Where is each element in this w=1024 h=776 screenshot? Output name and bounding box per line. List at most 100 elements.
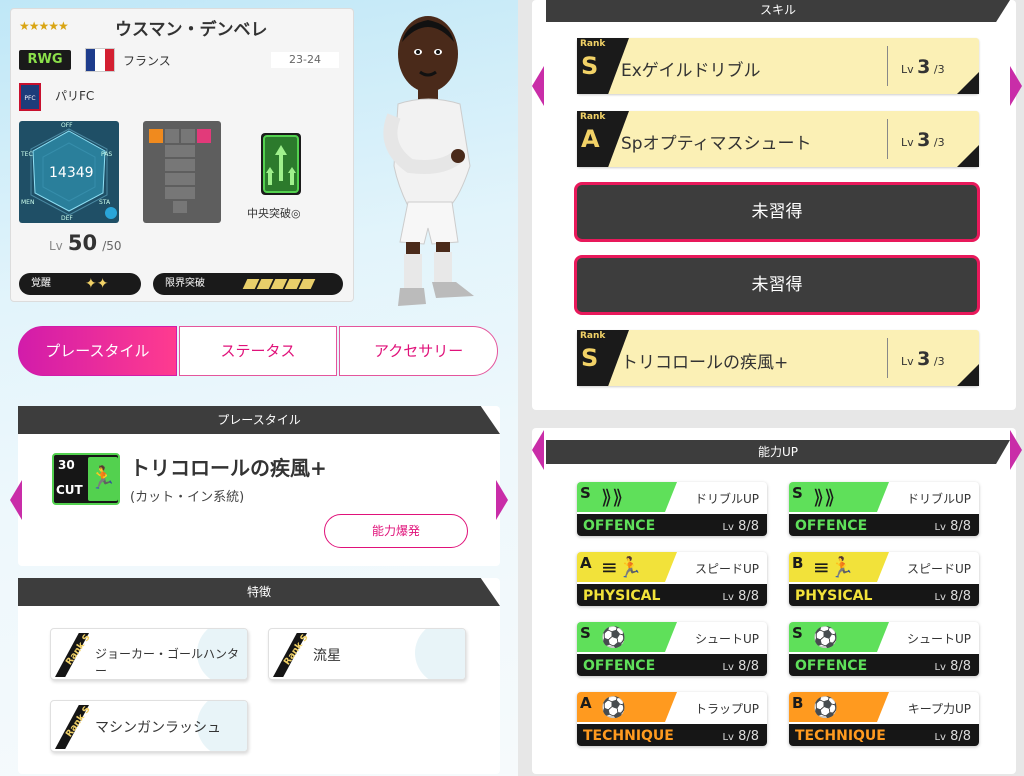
ability-level: Lv 8/8 [722,659,759,674]
trait-card[interactable]: Rank S マシンガンラッシュ [50,700,248,752]
lv-value: 3 [917,348,931,370]
dribble-icon: S ⟫⟫ [789,482,889,512]
ability-up-card[interactable]: S ⟫⟫ ドリブルUP OFFENCE Lv 8/8 [789,482,979,536]
ability-name: ドリブルUP [694,492,759,506]
locked-skill-slot[interactable]: 未習得 [574,255,980,315]
rank-letter: A [581,125,600,153]
radar-label-def: DEF [61,215,73,222]
speed-icon: A ≡🏃 [577,552,677,582]
lv-prefix: Lv [901,355,914,368]
locked-skill-slot[interactable]: 未習得 [574,182,980,242]
ability-burst-button[interactable]: 能力爆発 [324,514,468,548]
rank-label: Rank [580,112,606,122]
tactic-icon [261,133,301,195]
playstyle-subtitle: (カット・イン系統) [130,490,245,505]
ability-name: シュートUP [906,632,971,646]
club-name: パリFC [55,89,95,103]
limit-break-label: 限界突破 [165,278,205,289]
lv-prefix: Lv [901,136,914,149]
country-name: フランス [123,54,171,68]
ability-name: キープ力UP [907,702,971,716]
corner-mark [957,364,979,386]
prev-arrow-icon[interactable] [532,430,544,470]
ability-up-card[interactable]: S ⟫⟫ ドリブルUP OFFENCE Lv 8/8 [577,482,767,536]
ability-up-card[interactable]: S ⚽ シュートUP OFFENCE Lv 8/8 [577,622,767,676]
lv-value: 3 [917,56,931,78]
skill-card[interactable]: Rank A Spオプティマスシュート Lv 3 /3 [577,111,979,167]
ability-up-card[interactable]: B ≡🏃 スピードUP PHYSICAL Lv 8/8 [789,552,979,606]
level-value: 50 [67,231,98,255]
ability-category: PHYSICAL [583,588,661,604]
ability-name: トラップUP [694,702,759,716]
limit-break-status: 限界突破 [153,273,343,295]
ability-name: スピードUP [694,562,759,576]
prev-arrow-icon[interactable] [10,480,22,520]
tab-bar: プレースタイル ステータス アクセサリー [18,326,499,376]
ability-name: シュートUP [694,632,759,646]
skills-header: スキル [546,0,1010,22]
radar-label-tec: TEC [21,151,33,158]
ability-category: TECHNIQUE [795,728,886,744]
trait-name: 流星 [313,648,341,664]
ability-category: OFFENCE [795,518,868,534]
skill-card[interactable]: Rank S Exゲイルドリブル Lv 3 /3 [577,38,979,94]
ability-category: OFFENCE [795,658,868,674]
radar-label-sta: STA [99,199,111,206]
tab-playstyle[interactable]: プレースタイル [18,326,177,376]
ability-up-card[interactable]: S ⚽ シュートUP OFFENCE Lv 8/8 [789,622,979,676]
trait-card[interactable]: Rank S 流星 [268,628,466,680]
player-name: ウスマン・デンベレ [115,20,268,40]
runner-icon: 🏃 [88,457,118,501]
trait-name: マシンガンラッシュ [95,720,221,736]
keep-icon: B ⚽ [789,692,889,722]
trait-name: ジョーカー・ゴールハンター [95,647,240,678]
limit-break-bar [298,279,316,289]
ability-up-card[interactable]: A ⚽ トラップUP TECHNIQUE Lv 8/8 [577,692,767,746]
formation-position-map [143,121,221,223]
skill-level: Lv 3 /3 [901,129,945,151]
divider [887,338,888,378]
rank-label: Rank [580,331,606,341]
ability-level: Lv 8/8 [934,519,971,534]
playstyle-icon: 30 CUT 🏃 [52,453,120,505]
ability-up-card[interactable]: A ≡🏃 スピードUP PHYSICAL Lv 8/8 [577,552,767,606]
ability-up-header: 能力UP [546,440,1010,464]
lv-max: /3 [933,63,945,76]
ability-up-card[interactable]: B ⚽ キープ力UP TECHNIQUE Lv 8/8 [789,692,979,746]
awaken-diamond-icon: ✦✦ [85,276,109,292]
skill-card[interactable]: Rank S トリコロールの疾風+ Lv 3 /3 [577,330,979,386]
ability-category: OFFENCE [583,658,656,674]
level-display: Lv 50 /50 [49,231,122,255]
ability-rank: B [792,554,804,572]
skill-name: トリコロールの疾風+ [621,353,789,373]
france-flag-icon [85,48,115,72]
tab-accessory[interactable]: アクセサリー [339,326,499,376]
ability-rank: S [580,484,591,502]
ability-illustration: ⚽ [601,625,626,649]
ability-rank: B [792,694,804,712]
ability-level: Lv 8/8 [934,589,971,604]
divider [887,46,888,86]
awaken-label: 覚醒 [31,278,51,289]
next-arrow-icon[interactable] [1010,66,1022,106]
prev-arrow-icon[interactable] [532,66,544,106]
ability-level: Lv 8/8 [934,729,971,744]
trait-card[interactable]: Rank S ジョーカー・ゴールハンター [50,628,248,680]
playstyle-icon-tag: CUT [56,483,83,497]
next-arrow-icon[interactable] [496,480,508,520]
ability-illustration: ⚽ [813,625,838,649]
ability-illustration: ⟫⟫ [601,485,624,509]
ability-level: Lv 8/8 [722,589,759,604]
season-label: 23-24 [271,52,339,68]
ability-illustration: ≡🏃 [813,555,855,579]
divider [887,119,888,159]
ability-name: ドリブルUP [906,492,971,506]
ability-rank: S [792,624,803,642]
trap-icon: A ⚽ [577,692,677,722]
ability-rank: S [792,484,803,502]
tab-status[interactable]: ステータス [178,326,338,376]
lv-prefix: Lv [901,63,914,76]
stat-radar-chart[interactable]: OFF PAS TEC MEN STA DEF 14349 [19,121,119,223]
ability-category: TECHNIQUE [583,728,674,744]
next-arrow-icon[interactable] [1010,430,1022,470]
